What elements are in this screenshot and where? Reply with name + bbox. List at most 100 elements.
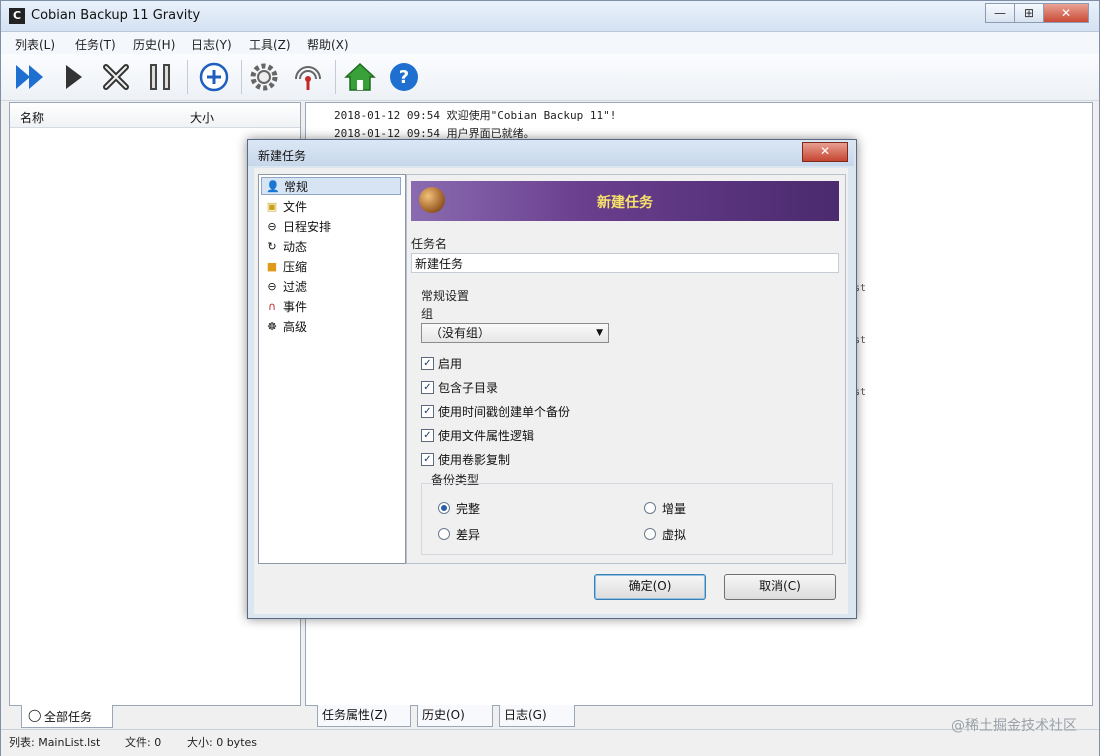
nav-item-advanced[interactable]: ☸ 高级 (261, 317, 401, 335)
tab-log-label: 日志(G) (504, 708, 547, 722)
tab-task-properties[interactable]: 任务属性(Z) (317, 705, 411, 727)
nav-item-label: 压缩 (283, 259, 308, 274)
group-select-value: （没有组） (430, 326, 491, 340)
nav-item-files[interactable]: ▣ 文件 (261, 197, 401, 215)
archive-icon: ■ (266, 259, 278, 273)
radio-dummy[interactable]: 虚拟 (644, 526, 686, 542)
pause-icon[interactable] (143, 60, 177, 94)
checkbox-label: 使用卷影复制 (438, 452, 511, 467)
menu-list[interactable]: 列表(L) (15, 36, 55, 53)
nav-item-label: 文件 (283, 199, 308, 214)
banner: 新建任务 (411, 181, 839, 221)
status-files: 文件: 0 (125, 736, 162, 749)
file-attributes-checkbox[interactable]: ✓ 使用文件属性逻辑 (421, 427, 534, 443)
menu-tools[interactable]: 工具(Z) (249, 36, 291, 53)
cancel-icon[interactable] (99, 60, 133, 94)
advanced-icon: ☸ (267, 319, 277, 333)
nav-item-label: 常规 (284, 179, 309, 194)
group-label: 组 (421, 307, 434, 321)
cancel-button[interactable]: 取消(C) (724, 574, 836, 600)
dialog-nav: 👤 常规 ▣ 文件 ⊖ 日程安排 ↻ 动态 ■ 压缩 ⊖ 过滤 ∩ 事件 ☸ 高级 (258, 174, 406, 564)
radio-label: 虚拟 (662, 527, 687, 542)
radio-full[interactable]: 完整 (438, 500, 480, 516)
tab-task-properties-label: 任务属性(Z) (322, 708, 388, 722)
status-bar: 列表: MainList.lst 文件: 0 大小: 0 bytes (1, 729, 1099, 756)
ok-button[interactable]: 确定(O) (594, 574, 706, 600)
app-window: C Cobian Backup 11 Gravity — ⊞ ✕ 列表(L) 任… (0, 0, 1100, 756)
nav-item-archive[interactable]: ■ 压缩 (261, 257, 401, 275)
title-bar: C Cobian Backup 11 Gravity — ⊞ ✕ (1, 1, 1099, 32)
nav-item-dynamic[interactable]: ↻ 动态 (261, 237, 401, 255)
window-title: Cobian Backup 11 Gravity (31, 8, 201, 23)
tab-history[interactable]: 历史(O) (417, 705, 493, 727)
toolbar: ? (1, 54, 1099, 101)
filter-icon: ⊖ (267, 279, 277, 293)
include-subdirs-checkbox[interactable]: ✓ 包含子目录 (421, 379, 498, 395)
nav-item-label: 日程安排 (283, 219, 332, 234)
files-icon: ▣ (266, 199, 278, 213)
banner-title: 新建任务 (597, 195, 653, 211)
tab-history-label: 历史(O) (422, 708, 465, 722)
enable-checkbox[interactable]: ✓ 启用 (421, 355, 462, 371)
help-icon[interactable]: ? (387, 60, 421, 94)
maximize-button[interactable]: ⊞ (1014, 3, 1044, 23)
checkbox-box: ✓ (421, 380, 434, 394)
task-list-header: 名称 大小 (10, 103, 300, 128)
shadow-copy-checkbox[interactable]: ✓ 使用卷影复制 (421, 451, 510, 467)
group-select[interactable]: （没有组） ▼ (421, 323, 609, 343)
nav-item-general[interactable]: 👤 常规 (261, 177, 401, 195)
new-task-dialog: 新建任务 ✕ 👤 常规 ▣ 文件 ⊖ 日程安排 ↻ 动态 ■ 压缩 ⊖ 过滤 ∩ 事件 ☸ 高级… (247, 139, 857, 619)
app-logo-icon: C (9, 8, 25, 24)
general-icon: 👤 (266, 179, 280, 193)
general-settings-label: 常规设置 (421, 289, 470, 303)
watermark: @稀土掘金技术社区 (951, 718, 1077, 734)
menu-history[interactable]: 历史(H) (133, 36, 175, 53)
radio-differential[interactable]: 差异 (438, 526, 480, 542)
nav-item-events[interactable]: ∩ 事件 (261, 297, 401, 315)
dialog-content: 新建任务 任务名 新建任务 常规设置 组 （没有组） ▼ ✓ 启用 ✓ 包含子目录 … (406, 174, 846, 564)
events-icon: ∩ (267, 299, 277, 313)
dialog-body: 👤 常规 ▣ 文件 ⊖ 日程安排 ↻ 动态 ■ 压缩 ⊖ 过滤 ∩ 事件 ☸ 高级 新建任务 任… (254, 168, 848, 614)
nav-item-filter[interactable]: ⊖ 过滤 (261, 277, 401, 295)
column-size[interactable]: 大小 (190, 109, 214, 126)
radio-label: 差异 (456, 527, 481, 542)
home-icon[interactable] (343, 60, 377, 94)
nav-item-schedule[interactable]: ⊖ 日程安排 (261, 217, 401, 235)
tab-log[interactable]: 日志(G) (499, 705, 575, 727)
nav-item-label: 事件 (283, 299, 308, 314)
run-icon[interactable] (57, 60, 91, 94)
dialog-close-button[interactable]: ✕ (802, 142, 848, 162)
task-name-input[interactable]: 新建任务 (411, 253, 839, 273)
checkbox-label: 包含子目录 (438, 380, 499, 395)
column-name[interactable]: 名称 (20, 109, 44, 126)
close-button[interactable]: ✕ (1043, 3, 1089, 23)
status-list: 列表: MainList.lst (9, 736, 101, 749)
radio-label: 增量 (662, 501, 687, 516)
minimize-button[interactable]: — (985, 3, 1015, 23)
settings-icon[interactable] (247, 60, 281, 94)
tab-all-tasks[interactable]: ◯ 全部任务 (21, 705, 113, 728)
menu-help[interactable]: 帮助(X) (307, 36, 349, 53)
radio-incremental[interactable]: 增量 (644, 500, 686, 516)
menu-task[interactable]: 任务(T) (75, 36, 116, 53)
run-all-icon[interactable] (13, 60, 47, 94)
svg-text:?: ? (399, 67, 409, 88)
tab-all-tasks-label: 全部任务 (44, 710, 93, 724)
checkbox-box: ✓ (421, 404, 434, 418)
checkbox-box: ✓ (421, 428, 434, 442)
all-tasks-icon: ◯ (28, 708, 42, 722)
radio-dot (438, 502, 450, 514)
radio-dot (438, 528, 450, 540)
dynamic-icon: ↻ (267, 239, 277, 253)
status-icon[interactable] (291, 60, 325, 94)
menu-log[interactable]: 日志(Y) (191, 36, 232, 53)
checkbox-label: 启用 (438, 356, 463, 371)
timestamp-checkbox[interactable]: ✓ 使用时间戳创建单个备份 (421, 403, 570, 419)
dialog-title-bar: 新建任务 ✕ (248, 140, 854, 166)
add-task-icon[interactable] (197, 60, 231, 94)
chevron-down-icon: ▼ (596, 328, 603, 338)
checkbox-label: 使用文件属性逻辑 (438, 428, 535, 443)
task-name-label: 任务名 (411, 237, 448, 251)
menu-bar: 列表(L) 任务(T) 历史(H) 日志(Y) 工具(Z) 帮助(X) (1, 32, 1099, 54)
radio-dot (644, 528, 656, 540)
